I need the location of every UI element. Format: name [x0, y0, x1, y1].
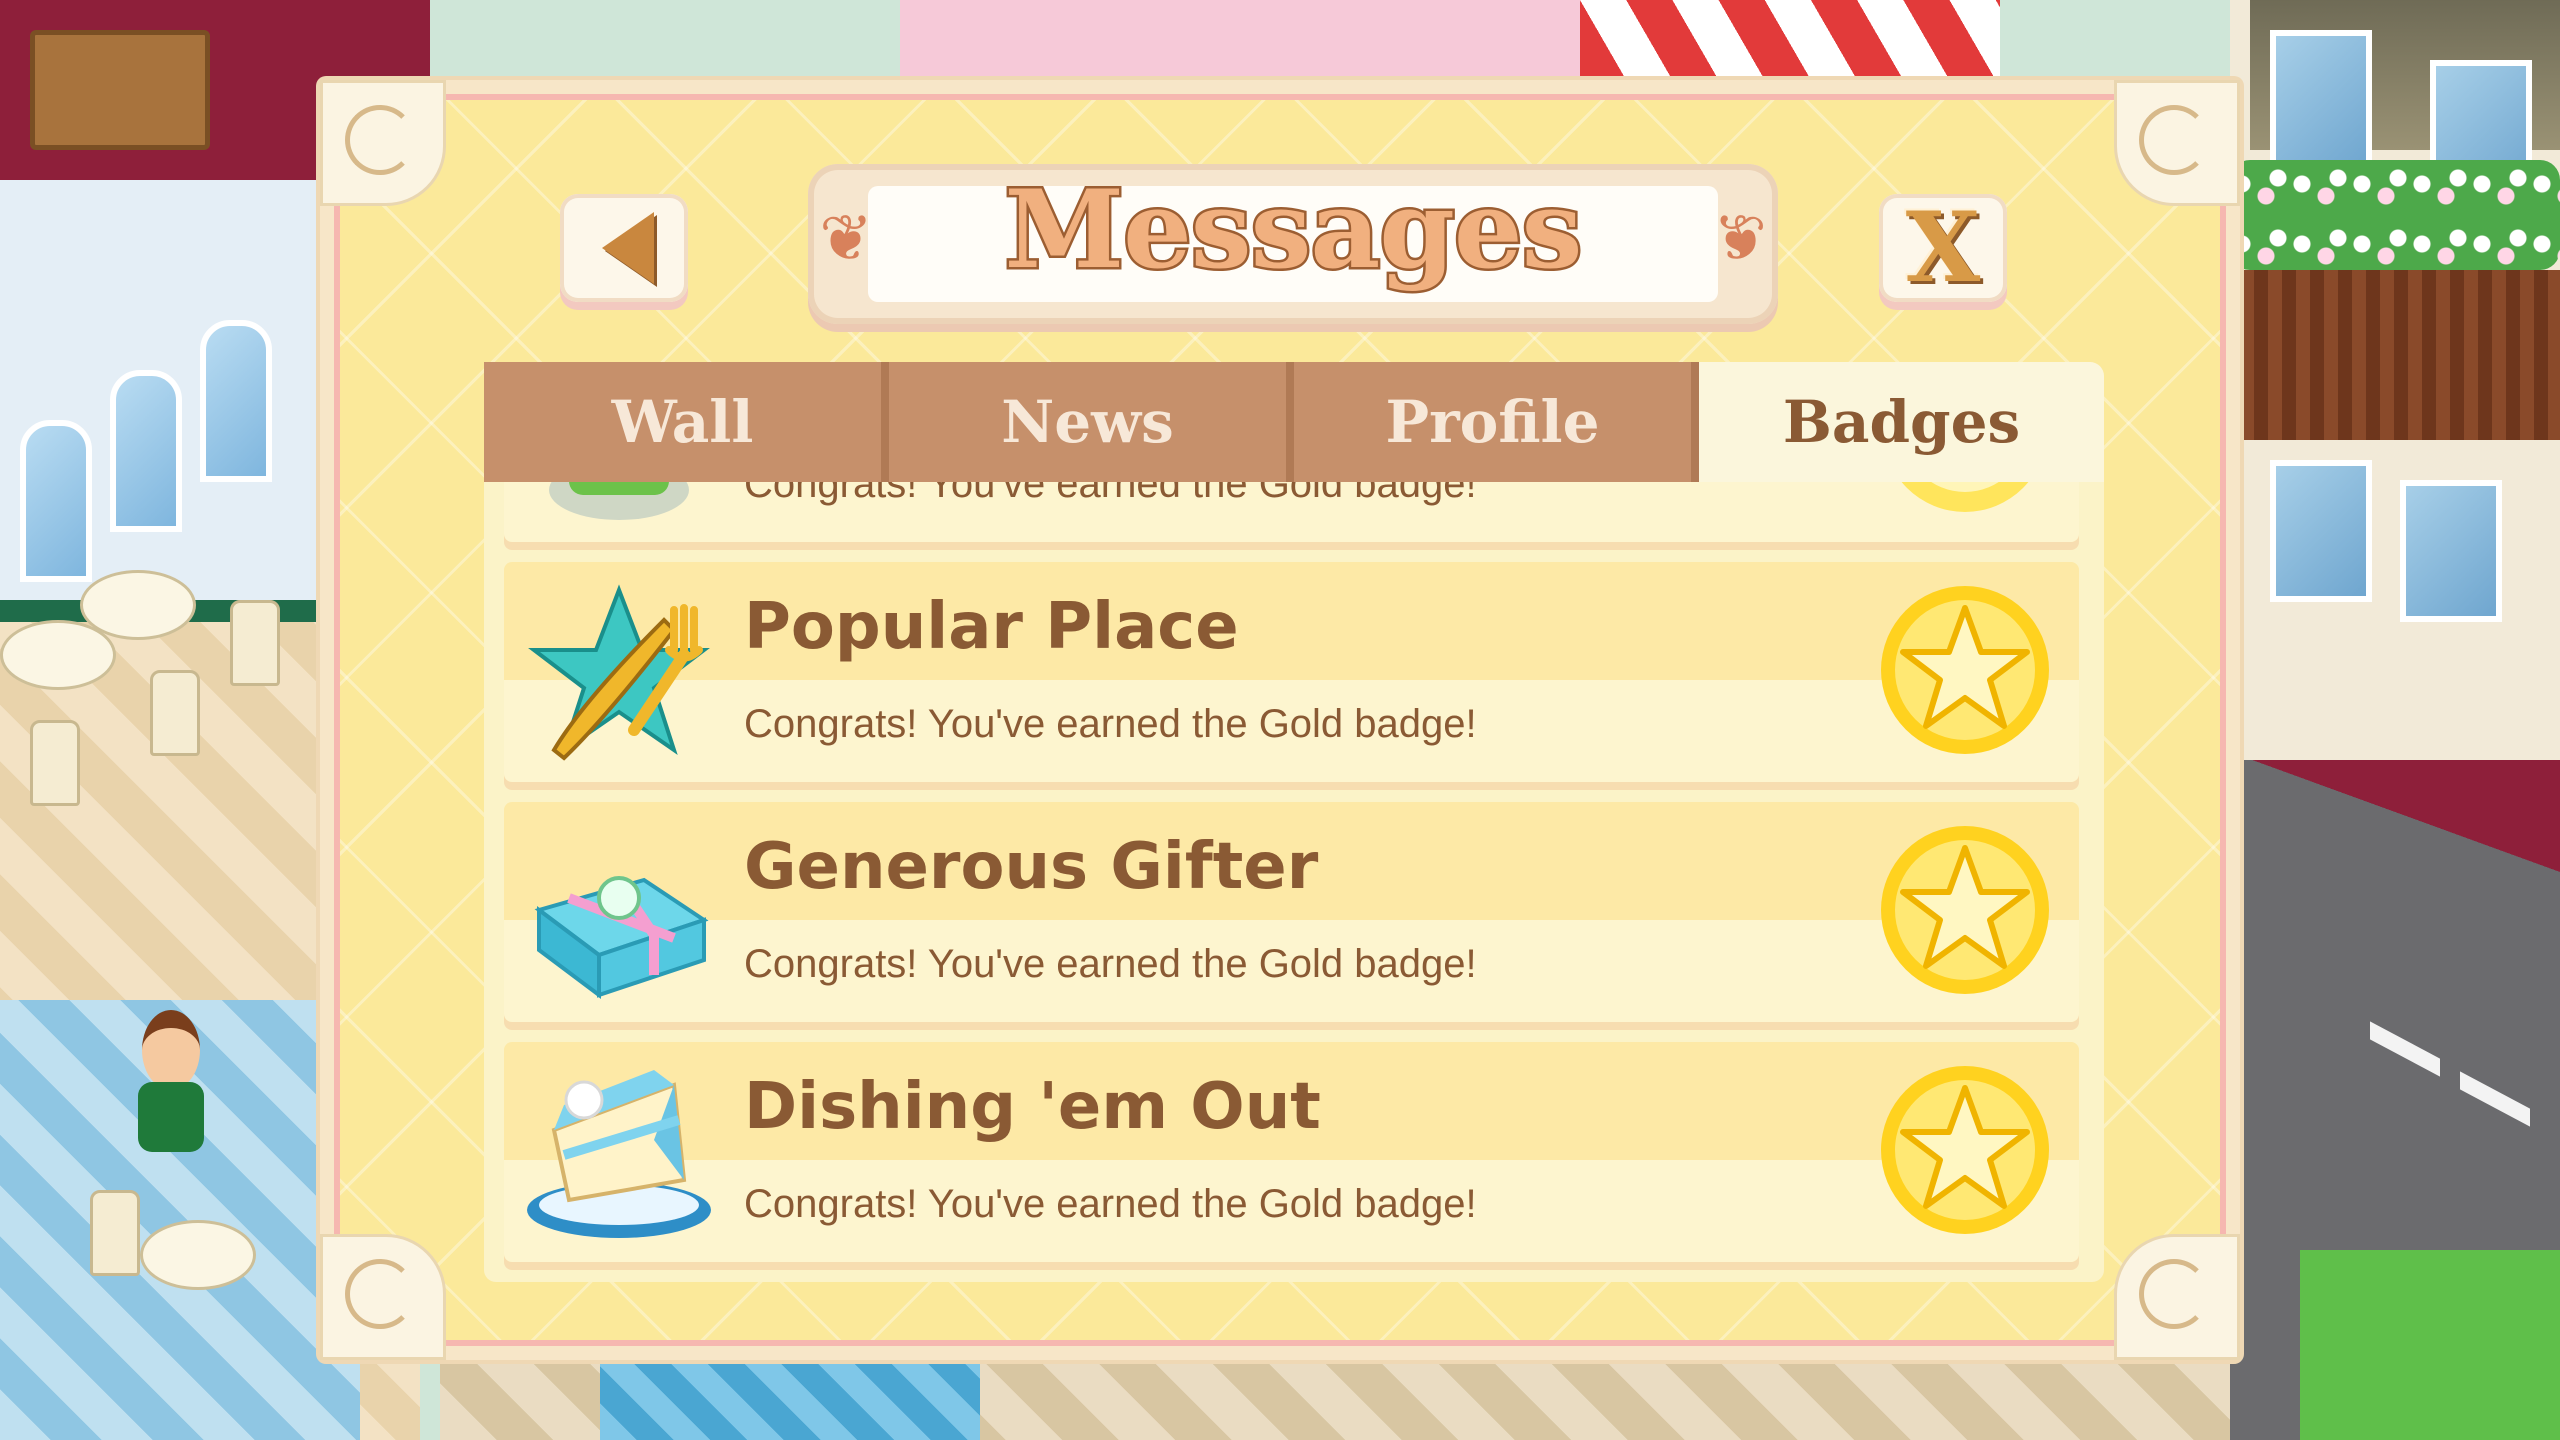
tab-badges[interactable]: Badges — [1699, 362, 2104, 482]
close-button[interactable]: X — [1879, 194, 2007, 302]
list-item: Popular Place Congrats! You've earned th… — [504, 562, 2079, 782]
badge-title: Generous Gifter — [744, 830, 1319, 904]
back-button[interactable] — [560, 194, 688, 302]
tab-profile[interactable]: Profile — [1294, 362, 1699, 482]
green-badge-icon — [549, 482, 689, 520]
arched-window — [200, 320, 272, 482]
building-window — [2400, 480, 2502, 622]
corner-ornament — [2114, 1234, 2240, 1360]
list-item: Generous Gifter Congrats! You've earned … — [504, 802, 2079, 1022]
badge-title: Dishing 'em Out — [744, 1070, 1321, 1144]
wooden-shutter — [2240, 270, 2560, 440]
list-item: Congrats! You've earned the Gold badge! — [504, 482, 2079, 542]
gold-badge-icon — [1901, 482, 2029, 512]
gold-star-badge-icon — [1881, 586, 2049, 754]
fork-knife-star-icon — [528, 584, 710, 761]
cafe-chair — [90, 1190, 140, 1276]
building-window — [2270, 460, 2372, 602]
gold-star-badge-icon — [1881, 826, 2049, 994]
customer-character — [130, 1010, 210, 1180]
tab-news[interactable]: News — [889, 362, 1294, 482]
game-scene: ❦ ❦ Messages X Wall News Profile Badges … — [0, 0, 2560, 1440]
building-window — [2270, 30, 2372, 172]
cafe-chair — [150, 670, 200, 756]
badge-message: Congrats! You've earned the Gold badge! — [744, 702, 1477, 746]
close-icon: X — [1905, 191, 1981, 304]
messages-dialog: ❦ ❦ Messages X Wall News Profile Badges … — [320, 80, 2240, 1360]
badge-message: Congrats! You've earned the Gold badge! — [744, 1182, 1477, 1226]
grass-patch — [2300, 1250, 2560, 1440]
cafe-chair — [30, 720, 80, 806]
cafe-table — [140, 1220, 256, 1290]
badge-list[interactable]: Congrats! You've earned the Gold badge! … — [484, 482, 2104, 1282]
produce-crate — [30, 30, 210, 150]
arched-window — [20, 420, 92, 582]
cafe-chair — [230, 600, 280, 686]
corner-ornament — [320, 80, 446, 206]
dialog-title: Messages — [1002, 167, 1585, 293]
list-item: Dishing 'em Out Congrats! You've earned … — [504, 1042, 2079, 1262]
badge-title: Popular Place — [744, 590, 1239, 664]
left-arrow-icon — [602, 212, 654, 284]
cafe-table — [80, 570, 196, 640]
badge-message: Congrats! You've earned the Gold badge! — [744, 482, 1477, 506]
tab-bar: Wall News Profile Badges — [484, 362, 2104, 482]
corner-ornament — [2114, 80, 2240, 206]
gold-star-badge-icon — [1881, 1066, 2049, 1234]
arched-window — [110, 370, 182, 532]
corner-ornament — [320, 1234, 446, 1360]
striped-awning — [1580, 0, 2000, 80]
badge-message: Congrats! You've earned the Gold badge! — [744, 942, 1477, 986]
flower-box — [2230, 160, 2560, 270]
pink-shop — [900, 0, 1620, 90]
tab-wall[interactable]: Wall — [484, 362, 889, 482]
cake-slice-icon — [527, 1070, 711, 1238]
gift-box-icon — [534, 876, 709, 999]
title-plaque: ❦ ❦ Messages — [808, 164, 1778, 324]
